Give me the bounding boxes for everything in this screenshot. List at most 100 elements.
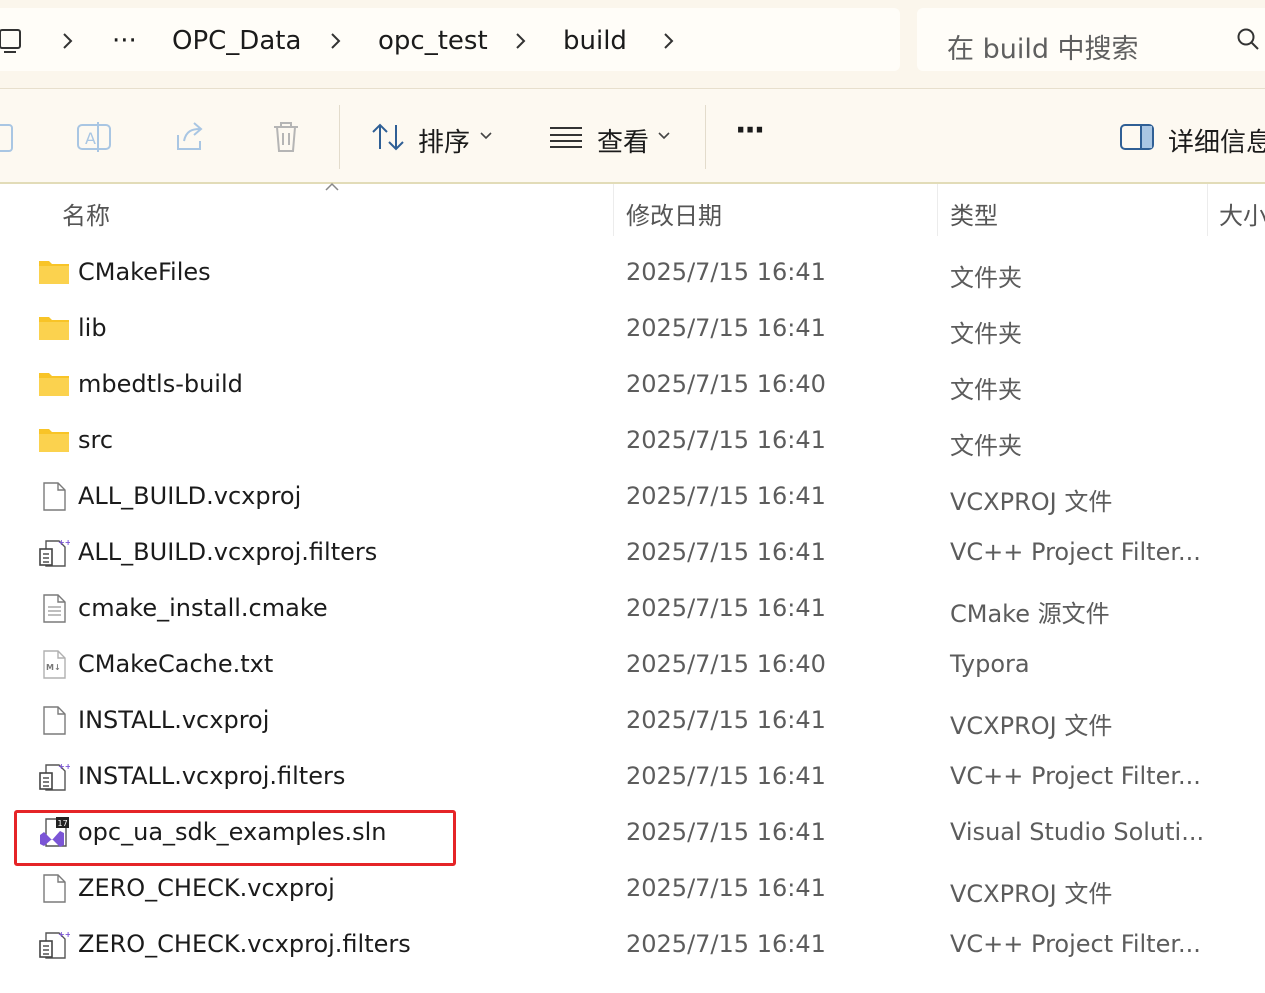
file-row[interactable]: ++ INSTALL.vcxproj.filters 2025/7/15 16:41… (0, 748, 1265, 804)
sort-ascending-icon (325, 182, 339, 191)
share-icon[interactable] (172, 119, 208, 155)
file-row[interactable]: CMakeFiles 2025/7/15 16:41 文件夹 (0, 244, 1265, 300)
column-header-size[interactable]: 大小 (1219, 196, 1265, 231)
file-row[interactable]: src 2025/7/15 16:41 文件夹 (0, 412, 1265, 468)
details-pane-icon[interactable] (1119, 119, 1155, 155)
file-name[interactable]: INSTALL.vcxproj.filters (78, 762, 345, 790)
markdown-file-icon: M↓ (43, 650, 66, 679)
column-divider[interactable] (1207, 184, 1208, 236)
search-icon[interactable] (1235, 26, 1261, 52)
file-type: Visual Studio Soluti... (950, 818, 1205, 846)
chevron-right-icon[interactable] (511, 30, 531, 52)
file-name[interactable]: INSTALL.vcxproj (78, 706, 269, 734)
chevron-down-icon[interactable] (658, 131, 670, 141)
file-name[interactable]: lib (78, 314, 107, 342)
search-box[interactable]: 在 build 中搜索 (917, 8, 1265, 71)
sort-icon[interactable] (370, 119, 406, 155)
file-type: 文件夹 (950, 264, 1022, 292)
column-divider[interactable] (613, 184, 614, 236)
column-header-name[interactable]: 名称 (62, 196, 110, 231)
more-options-button[interactable]: ··· (735, 113, 765, 148)
command-bar: A 排序 查看 ··· 详细信息 (0, 89, 1265, 182)
file-modified-date: 2025/7/15 16:40 (626, 370, 826, 398)
file-name[interactable]: ALL_BUILD.vcxproj (78, 482, 301, 510)
svg-text:A: A (85, 129, 96, 148)
vc-filters-file-icon: ++ (39, 538, 70, 567)
chevron-right-icon[interactable] (659, 30, 679, 52)
rename-icon[interactable]: A (76, 119, 112, 155)
file-type: VC++ Project Filter... (950, 762, 1201, 790)
file-name[interactable]: src (78, 426, 113, 454)
toolbar-separator (705, 105, 706, 169)
file-modified-date: 2025/7/15 16:41 (626, 314, 826, 342)
folder-icon (39, 317, 69, 340)
file-row[interactable]: ALL_BUILD.vcxproj 2025/7/15 16:41 VCXPROJ … (0, 468, 1265, 524)
view-list-icon[interactable] (548, 119, 584, 155)
file-name[interactable]: mbedtls-build (78, 370, 243, 398)
file-modified-date: 2025/7/15 16:41 (626, 482, 826, 510)
svg-text:++: ++ (58, 930, 70, 939)
file-type: VCXPROJ 文件 (950, 488, 1113, 516)
column-header-date[interactable]: 修改日期 (626, 196, 722, 231)
file-name[interactable]: cmake_install.cmake (78, 594, 328, 622)
this-pc-icon[interactable] (0, 28, 22, 54)
file-type: CMake 源文件 (950, 600, 1110, 628)
blank-file-icon (43, 482, 66, 511)
file-name[interactable]: ALL_BUILD.vcxproj.filters (78, 538, 377, 566)
breadcrumb-item-build[interactable]: build (563, 28, 627, 54)
file-type: 文件夹 (950, 432, 1022, 460)
file-name[interactable]: ZERO_CHECK.vcxproj.filters (78, 930, 411, 958)
vc-filters-file-icon: ++ (39, 762, 70, 791)
chevron-right-icon[interactable] (326, 30, 346, 52)
highlight-box (14, 810, 456, 866)
svg-text:M↓: M↓ (46, 663, 61, 672)
file-modified-date: 2025/7/15 16:41 (626, 594, 826, 622)
file-type: VCXPROJ 文件 (950, 880, 1113, 908)
file-row[interactable]: ZERO_CHECK.vcxproj 2025/7/15 16:41 VCXPROJ… (0, 860, 1265, 916)
file-modified-date: 2025/7/15 16:41 (626, 930, 826, 958)
folder-icon (39, 261, 69, 284)
file-row[interactable]: M↓ CMakeCache.txt 2025/7/15 16:40 Typora (0, 636, 1265, 692)
paste-icon[interactable] (0, 119, 18, 155)
chevron-down-icon[interactable] (480, 131, 492, 141)
file-row[interactable]: ++ ALL_BUILD.vcxproj.filters 2025/7/15 16:… (0, 524, 1265, 580)
column-divider[interactable] (937, 184, 938, 236)
file-modified-date: 2025/7/15 16:41 (626, 426, 826, 454)
file-type: Typora (950, 650, 1030, 678)
file-row[interactable]: INSTALL.vcxproj 2025/7/15 16:41 VCXPROJ 文件 (0, 692, 1265, 748)
text-file-icon (43, 594, 66, 623)
file-row[interactable]: cmake_install.cmake 2025/7/15 16:41 CMake … (0, 580, 1265, 636)
file-name[interactable]: CMakeFiles (78, 258, 211, 286)
file-modified-date: 2025/7/15 16:41 (626, 762, 826, 790)
breadcrumb-item-opc-data[interactable]: OPC_Data (172, 28, 301, 54)
address-bar-area: ··· OPC_Data opc_test build 在 build 中搜索 (0, 0, 1265, 88)
file-modified-date: 2025/7/15 16:40 (626, 650, 826, 678)
file-name[interactable]: CMakeCache.txt (78, 650, 273, 678)
view-button[interactable]: 查看 (597, 122, 649, 159)
breadcrumb[interactable]: ··· OPC_Data opc_test build (0, 8, 900, 71)
toolbar-separator (339, 105, 340, 169)
svg-text:++: ++ (58, 762, 70, 771)
file-type: 文件夹 (950, 376, 1022, 404)
blank-file-icon (43, 874, 66, 903)
vc-filters-file-icon: ++ (39, 930, 70, 959)
file-row[interactable]: lib 2025/7/15 16:41 文件夹 (0, 300, 1265, 356)
column-header-type[interactable]: 类型 (950, 196, 998, 231)
file-type: VC++ Project Filter... (950, 538, 1201, 566)
breadcrumb-item-opc-test[interactable]: opc_test (378, 28, 488, 54)
sort-button[interactable]: 排序 (418, 122, 470, 159)
search-input[interactable]: 在 build 中搜索 (947, 27, 1139, 66)
file-modified-date: 2025/7/15 16:41 (626, 818, 826, 846)
details-button[interactable]: 详细信息 (1168, 122, 1265, 159)
file-type: VCXPROJ 文件 (950, 712, 1113, 740)
file-name[interactable]: ZERO_CHECK.vcxproj (78, 874, 335, 902)
file-modified-date: 2025/7/15 16:41 (626, 706, 826, 734)
folder-icon (39, 373, 69, 396)
chevron-right-icon[interactable] (58, 30, 78, 52)
file-modified-date: 2025/7/15 16:41 (626, 258, 826, 286)
file-row[interactable]: mbedtls-build 2025/7/15 16:40 文件夹 (0, 356, 1265, 412)
file-row[interactable]: ++ ZERO_CHECK.vcxproj.filters 2025/7/15 16… (0, 916, 1265, 972)
breadcrumb-overflow[interactable]: ··· (112, 28, 137, 54)
delete-icon[interactable] (268, 119, 304, 155)
file-modified-date: 2025/7/15 16:41 (626, 874, 826, 902)
